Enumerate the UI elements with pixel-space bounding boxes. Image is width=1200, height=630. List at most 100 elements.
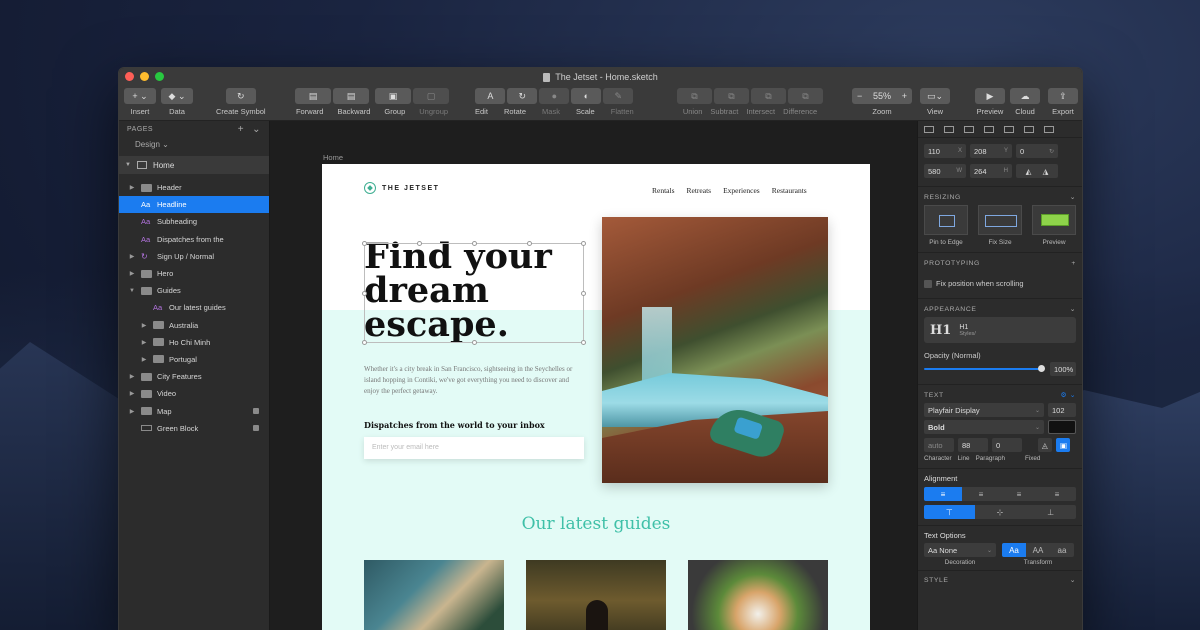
layer-item[interactable]: ▶ Australia [119, 317, 269, 334]
canvas[interactable]: Home THE JETSET Rentals Retreats Experienc… [271, 121, 918, 630]
text-style-picker[interactable]: H1 H1 Styles/ [924, 317, 1076, 344]
add-page-icon[interactable]: + [238, 124, 244, 135]
paragraph-spacing-field[interactable]: 0 [992, 438, 1022, 453]
width-field[interactable]: 580 W [924, 164, 966, 178]
layer-item[interactable]: ▶ Header [119, 179, 269, 196]
layer-item[interactable]: Aa Our latest guides [119, 299, 269, 316]
flatten-button[interactable]: ✎ [603, 88, 634, 104]
align-left-icon[interactable] [924, 125, 934, 133]
disclosure-icon[interactable]: ▶ [128, 390, 136, 397]
font-family-select[interactable]: Playfair Display ⌄ [924, 403, 1044, 418]
justify-text-icon[interactable]: ≡ [1038, 487, 1076, 501]
layer-item[interactable]: Aa Subheading [119, 213, 269, 230]
fix-size-control[interactable] [978, 205, 1022, 235]
resize-handle[interactable] [417, 241, 422, 246]
line-height-field[interactable]: 88 [958, 438, 988, 453]
layer-item[interactable]: ▶ Portugal [119, 351, 269, 368]
text-color-swatch[interactable] [1048, 420, 1076, 435]
align-middle-text-icon[interactable]: ⊹ [975, 505, 1026, 519]
auto-width-icon[interactable]: ◬ [1038, 438, 1052, 453]
align-top-icon[interactable] [984, 125, 994, 133]
artboard-label[interactable]: Home [323, 153, 343, 162]
distribute-icon[interactable] [1044, 125, 1054, 133]
resize-handle[interactable] [581, 340, 586, 345]
guide-portugal-image[interactable] [688, 560, 828, 630]
font-size-field[interactable]: 102 [1048, 403, 1076, 418]
disclosure-icon[interactable]: ▼ [128, 288, 136, 294]
resize-handle[interactable] [472, 340, 477, 345]
align-top-text-icon[interactable]: ⊤ [924, 505, 975, 520]
nav-link[interactable]: Restaurants [772, 186, 807, 195]
transform-option[interactable]: AA [1026, 543, 1050, 557]
align-bottom-icon[interactable] [1024, 125, 1034, 133]
chevron-down-icon[interactable]: ⌄ [252, 124, 261, 135]
cloud-button[interactable]: ☁ [1010, 88, 1040, 104]
guide-australia-image[interactable] [364, 560, 504, 630]
resize-handle[interactable] [527, 241, 532, 246]
align-right-icon[interactable] [964, 125, 974, 133]
lock-icon[interactable] [253, 425, 259, 432]
checkbox[interactable] [924, 280, 932, 289]
insert-button[interactable]: + ⌄ [124, 88, 156, 104]
design-page-item[interactable]: Design ⌄ [119, 137, 269, 152]
backward-button[interactable]: ▤ [333, 88, 369, 104]
subheading[interactable]: Whether it's a city break in San Francis… [364, 364, 574, 397]
transform-option[interactable]: aa [1050, 543, 1074, 557]
export-button[interactable]: ⇪ [1048, 88, 1078, 104]
opacity-field[interactable]: 100% [1050, 362, 1076, 377]
rotate-button[interactable]: ↻ [507, 88, 538, 104]
lock-icon[interactable] [253, 408, 259, 415]
disclosure-icon[interactable]: ▶ [128, 253, 136, 260]
close-button[interactable] [125, 72, 134, 81]
nav-link[interactable]: Experiences [723, 186, 760, 195]
layer-item[interactable]: Green Block [119, 420, 269, 437]
gear-icon[interactable]: ⚙ ⌄ [1061, 391, 1076, 399]
align-center-text-icon[interactable]: ≡ [962, 487, 1000, 501]
disclosure-icon[interactable]: ▼ [125, 162, 131, 168]
zoom-control[interactable]: −55% + [852, 88, 912, 104]
view-button[interactable]: ▭⌄ [920, 88, 950, 104]
resize-handle[interactable] [581, 241, 586, 246]
layer-item[interactable]: Aa Headline [119, 196, 269, 214]
layer-item[interactable]: ▶ ↻ Sign Up / Normal [119, 248, 269, 265]
zoom-in-icon[interactable]: + [902, 91, 907, 101]
align-left-text-icon[interactable]: ≡ [924, 487, 962, 502]
layer-item[interactable]: Aa Dispatches from the [119, 231, 269, 248]
align-center-icon[interactable] [944, 125, 954, 133]
resize-handle[interactable] [362, 241, 367, 246]
layer-item[interactable]: ▼ Guides [119, 282, 269, 299]
character-spacing-field[interactable]: auto [924, 438, 954, 453]
rotation-field[interactable]: 0 ↻ [1016, 144, 1058, 158]
nav-link[interactable]: Rentals [652, 186, 675, 195]
transform-option[interactable]: Aa [1002, 543, 1026, 558]
opacity-slider[interactable] [924, 365, 1045, 373]
disclosure-icon[interactable]: ▶ [128, 270, 136, 277]
scale-button[interactable]: ◐ [571, 88, 602, 104]
align-right-text-icon[interactable]: ≡ [1000, 487, 1038, 501]
create-symbol-button[interactable]: ↻ [225, 88, 256, 104]
preview-button[interactable]: ▶ [975, 88, 1005, 104]
disclosure-icon[interactable]: ▶ [128, 373, 136, 380]
fix-position-option[interactable]: Fix position when scrolling [918, 267, 1082, 292]
layer-item[interactable]: ▶ Hero [119, 265, 269, 282]
page-home[interactable]: ▼ Home [119, 156, 269, 174]
flip-vertical-icon[interactable]: ◮ [1043, 167, 1049, 176]
resize-handle[interactable] [362, 291, 367, 296]
union-button[interactable]: ⧉ [677, 88, 712, 104]
site-logo[interactable]: THE JETSET [364, 182, 439, 194]
guides-heading[interactable]: Our latest guides [322, 514, 870, 534]
disclosure-icon[interactable]: ▶ [128, 408, 136, 415]
y-field[interactable]: 208 Y [970, 144, 1012, 158]
pin-to-edge-control[interactable] [924, 205, 968, 235]
mask-button[interactable]: ● [539, 88, 570, 104]
nav-link[interactable]: Retreats [687, 186, 712, 195]
intersect-button[interactable]: ⧉ [751, 88, 786, 104]
resize-handle[interactable] [581, 291, 586, 296]
height-field[interactable]: 264 H [970, 164, 1012, 178]
chevron-down-icon[interactable]: ⌄ [1070, 305, 1076, 313]
subtract-button[interactable]: ⧉ [714, 88, 749, 104]
align-bottom-text-icon[interactable]: ⊥ [1025, 505, 1076, 519]
resize-handle[interactable] [472, 241, 477, 246]
zoom-button[interactable] [155, 72, 164, 81]
add-icon[interactable]: + [1071, 260, 1076, 267]
